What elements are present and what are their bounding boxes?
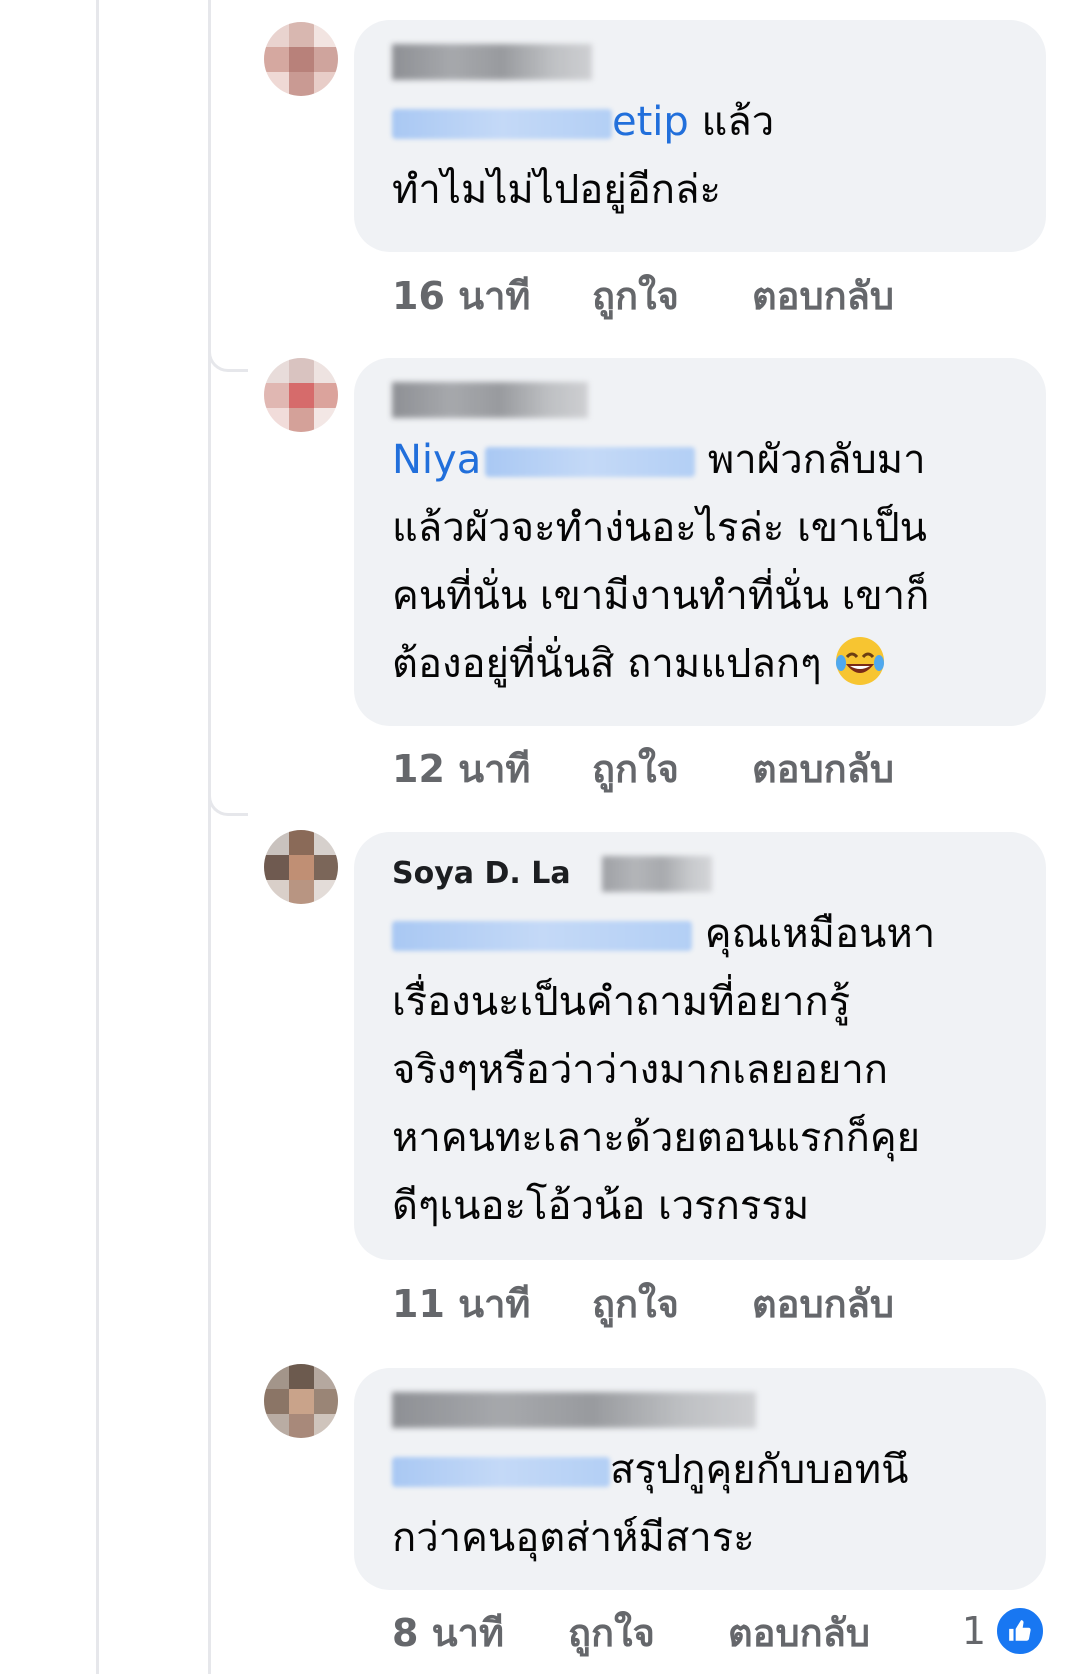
laughing-tears-emoji-icon	[836, 637, 885, 685]
comment-actions: 12 นาที ถูกใจ ตอบกลับ	[392, 745, 894, 793]
mention-link[interactable]	[392, 900, 692, 968]
like-button[interactable]: ถูกใจ	[592, 272, 752, 320]
comment-text: สรุปกูคุยกับบอทนึ กว่าคนอุตส่าห์มีสาระ	[392, 1436, 1006, 1572]
comment-text: Niya พาผัวกลับมา แล้วผัวจะทำง่นอะไรล่ะ เ…	[392, 426, 1006, 698]
comment-text: คุณเหมือนหา เรื่องนะเป็นคำถามที่อยากรู้ …	[392, 900, 1006, 1240]
comment-bubble: Soya D. La คุณเหมือนหา เรื่องนะเป็นคำถาม…	[354, 832, 1046, 1260]
thread-line	[208, 0, 211, 1674]
comment-author[interactable]: Soya D. La	[392, 854, 1006, 894]
avatar[interactable]	[264, 22, 338, 96]
reaction-summary[interactable]: 1	[962, 1605, 1046, 1657]
thread-connector	[208, 782, 248, 816]
thread-connector	[208, 338, 248, 372]
timestamp[interactable]: 8 นาที	[392, 1609, 568, 1657]
comment-bubble: สรุปกูคุยกับบอทนึ กว่าคนอุตส่าห์มีสาระ	[354, 1368, 1046, 1590]
like-button[interactable]: ถูกใจ	[568, 1609, 728, 1657]
redacted-author-name	[602, 856, 712, 892]
timestamp[interactable]: 12 นาที	[392, 745, 592, 793]
author-name: Soya D. La	[392, 856, 571, 891]
like-button[interactable]: ถูกใจ	[592, 745, 752, 793]
comment-author[interactable]	[392, 380, 1006, 420]
comment-actions: 16 นาที ถูกใจ ตอบกลับ	[392, 272, 894, 320]
like-button[interactable]: ถูกใจ	[592, 1280, 752, 1328]
reply-button[interactable]: ตอบกลับ	[752, 272, 894, 320]
comment-author[interactable]	[392, 1390, 1006, 1430]
comment-bubble: etip แล้ว ทำไมไม่ไปอยู่อีกล่ะ	[354, 20, 1046, 252]
comment-author[interactable]	[392, 42, 1006, 82]
mention-link[interactable]: etip	[392, 88, 689, 156]
avatar[interactable]	[264, 830, 338, 904]
avatar[interactable]	[264, 358, 338, 432]
redacted-author-name	[392, 382, 588, 418]
like-icon	[994, 1605, 1046, 1657]
reply-button[interactable]: ตอบกลับ	[752, 1280, 894, 1328]
comment-actions: 11 นาที ถูกใจ ตอบกลับ	[392, 1280, 894, 1328]
redacted-author-name	[392, 44, 592, 80]
comment-actions: 8 นาที ถูกใจ ตอบกลับ	[392, 1609, 870, 1657]
comment-text: etip แล้ว ทำไมไม่ไปอยู่อีกล่ะ	[392, 88, 1006, 224]
comment-bubble: Niya พาผัวกลับมา แล้วผัวจะทำง่นอะไรล่ะ เ…	[354, 358, 1046, 726]
thread-line-outer	[96, 0, 99, 1674]
timestamp[interactable]: 11 นาที	[392, 1280, 592, 1328]
mention-link[interactable]: Niya	[392, 426, 696, 494]
timestamp[interactable]: 16 นาที	[392, 272, 592, 320]
redacted-author-name	[392, 1392, 756, 1428]
reply-button[interactable]: ตอบกลับ	[752, 745, 894, 793]
mention-link[interactable]	[392, 1436, 610, 1504]
avatar[interactable]	[264, 1364, 338, 1438]
reply-button[interactable]: ตอบกลับ	[728, 1609, 870, 1657]
reaction-count: 1	[961, 1609, 986, 1653]
